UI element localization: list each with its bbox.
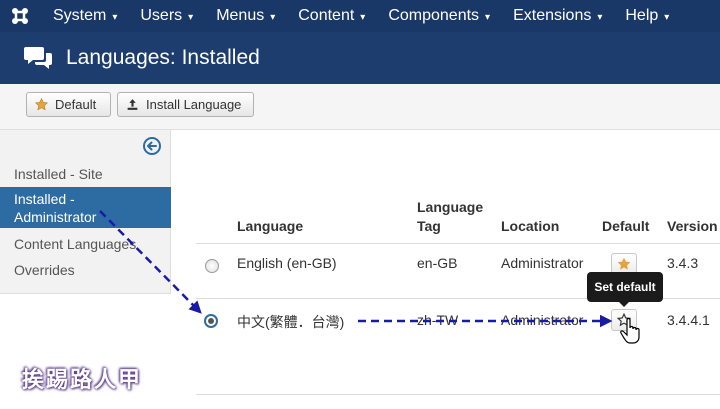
nav-components[interactable]: Components ▾ [375,0,500,32]
chevron-down-icon: ▾ [597,11,603,23]
language-name: English (en-GB) [237,255,337,271]
column-header-default[interactable]: Default [602,217,649,236]
nav-content[interactable]: Content ▾ [285,0,375,32]
column-header-language[interactable]: Language [237,217,303,236]
language-tag: zh-TW [417,312,459,328]
sidebar-item-overrides[interactable]: Overrides [0,260,171,280]
sidebar: Installed - Site Installed - Administrat… [0,130,171,294]
sidebar-item-content-languages[interactable]: Content Languages [0,234,171,254]
language-tag: en-GB [417,255,458,271]
comments-icon [24,47,52,69]
chevron-down-icon: ▾ [188,11,194,23]
watermark-text: 挨踢路人甲 [22,367,143,393]
page-title: Languages: Installed [66,46,260,69]
toolbar: Default Install Language [0,84,720,130]
joomla-logo-icon[interactable] [0,0,40,32]
sidebar-item-installed-administrator[interactable]: Installed - Administrator [0,187,171,228]
default-button[interactable]: Default [26,92,111,117]
chevron-down-icon: ▾ [485,11,491,23]
language-version: 3.4.3 [667,255,699,271]
column-header-location[interactable]: Location [501,217,559,236]
set-default-star-button[interactable] [611,309,637,331]
install-language-button[interactable]: Install Language [117,92,254,117]
table-divider [196,243,720,244]
nav-menus[interactable]: Menus ▾ [203,0,285,32]
chevron-down-icon: ▾ [112,11,118,23]
upload-icon [126,98,139,111]
language-location: Administrator [501,312,584,328]
chevron-down-icon: ▾ [664,11,670,23]
page: System ▾ Users ▾ Menus ▾ Content ▾ Component… [0,0,720,409]
language-name: 中文(繁體．台灣) [237,314,345,330]
star-filled-icon [617,257,631,270]
language-version: 3.4.4.1 [667,312,710,328]
language-location: Administrator [501,255,584,271]
column-header-version[interactable]: Version [667,217,718,236]
nav-help[interactable]: Help ▾ [612,0,679,32]
sidebar-item-installed-site[interactable]: Installed - Site [0,164,171,184]
chevron-down-icon: ▾ [270,11,276,23]
chevron-down-icon: ▾ [360,11,366,23]
title-bar: Languages: Installed [0,32,720,84]
nav-users[interactable]: Users ▾ [127,0,203,32]
row-select-radio[interactable] [204,314,218,328]
table-divider [196,394,720,395]
nav-extensions[interactable]: Extensions ▾ [500,0,612,32]
top-navbar: System ▾ Users ▾ Menus ▾ Content ▾ Component… [0,0,720,32]
set-default-tooltip: Set default [587,272,663,307]
star-icon [35,98,48,111]
star-outline-icon [617,313,631,327]
column-header-language-tag[interactable]: Language Tag [417,198,487,236]
nav-system[interactable]: System ▾ [40,0,127,32]
row-select-radio[interactable] [205,259,219,273]
collapse-sidebar-icon[interactable] [142,136,162,156]
